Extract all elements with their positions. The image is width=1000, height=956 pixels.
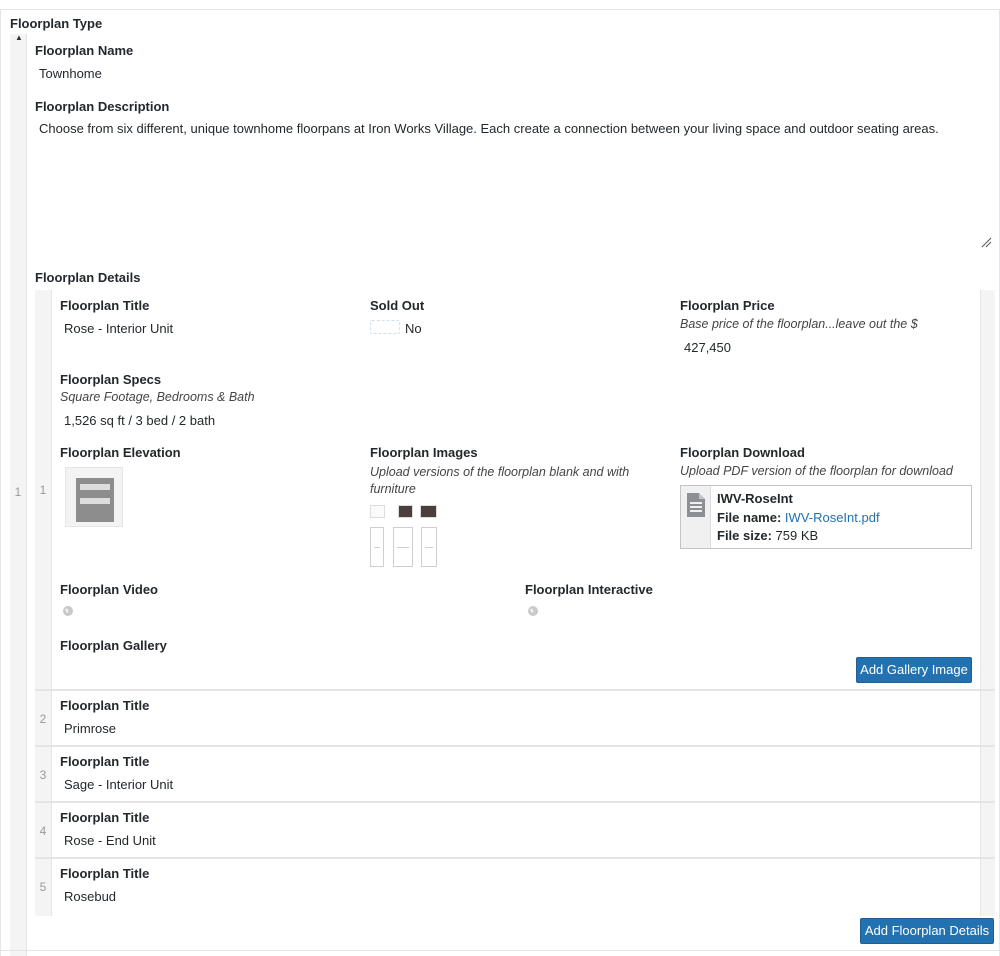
document-icon (687, 493, 705, 517)
floorplan-name-label: Floorplan Name (35, 43, 134, 58)
globe-icon[interactable] (527, 605, 539, 617)
inner-row-actions[interactable] (980, 290, 995, 916)
resize-handle-icon[interactable] (980, 236, 992, 248)
row-index-5: 5 (39, 880, 47, 894)
globe-icon[interactable] (62, 605, 74, 617)
floorplan-image-thumb[interactable] (393, 527, 413, 567)
floorplan-image-thumb[interactable] (421, 527, 437, 567)
file-size-value: 759 KB (775, 528, 819, 543)
floorplan-video-label: Floorplan Video (60, 582, 158, 597)
floorplan-title-input[interactable]: Rose - End Unit (64, 833, 156, 848)
file-name-link[interactable]: IWV-RoseInt.pdf (785, 510, 880, 525)
floorplan-price-label: Floorplan Price (680, 298, 775, 313)
download-file-title: IWV-RoseInt (717, 491, 793, 506)
row-separator (35, 745, 995, 747)
floorplan-details-label: Floorplan Details (35, 270, 141, 285)
download-file-name-line: File name: IWV-RoseInt.pdf (717, 510, 880, 525)
floorplan-download-hint: Upload PDF version of the floorplan for … (680, 464, 953, 478)
floorplan-title-label: Floorplan Title (60, 810, 150, 825)
floorplan-image-thumb[interactable] (398, 505, 413, 518)
add-floorplan-details-button[interactable]: Add Floorplan Details (860, 918, 994, 944)
floorplan-download-label: Floorplan Download (680, 445, 805, 460)
sold-out-value: No (405, 321, 422, 336)
row-separator (35, 801, 995, 803)
document-icon-wrap (681, 486, 711, 548)
bottom-border (0, 950, 1000, 951)
section-title: Floorplan Type (10, 16, 103, 31)
row-separator (35, 689, 995, 691)
row-index-1: 1 (39, 483, 47, 497)
row-index-2: 2 (39, 712, 47, 726)
left-border (0, 10, 1, 956)
floorplan-price-hint: Base price of the floorplan...leave out … (680, 317, 918, 331)
floorplan-title-label: Floorplan Title (60, 754, 150, 769)
sold-out-label: Sold Out (370, 298, 425, 313)
sold-out-toggle[interactable] (370, 320, 400, 334)
inner-row-gutter[interactable] (35, 290, 52, 916)
floorplan-title-label: Floorplan Title (60, 698, 150, 713)
floorplan-price-input[interactable]: 427,450 (684, 340, 731, 355)
file-name-label: File name: (717, 510, 782, 525)
download-file-card[interactable]: IWV-RoseInt File name: IWV-RoseInt.pdf F… (680, 485, 972, 549)
row-index-3: 3 (39, 768, 47, 782)
floorplan-specs-hint: Square Footage, Bedrooms & Bath (60, 390, 255, 404)
elevation-image[interactable] (65, 467, 123, 527)
floorplan-specs-label: Floorplan Specs (60, 372, 162, 387)
floorplan-image-thumb[interactable] (370, 527, 384, 567)
floorplan-elevation-label: Floorplan Elevation (60, 445, 181, 460)
file-size-label: File size: (717, 528, 772, 543)
row-separator (35, 857, 995, 859)
floorplan-title-label: Floorplan Title (60, 298, 150, 313)
floorplan-gallery-label: Floorplan Gallery (60, 638, 167, 653)
floorplan-title-label: Floorplan Title (60, 866, 150, 881)
floorplan-images-label: Floorplan Images (370, 445, 478, 460)
outer-row-index: 1 (14, 485, 22, 499)
floorplan-image-thumb[interactable] (370, 505, 385, 518)
floorplan-description-label: Floorplan Description (35, 99, 170, 114)
floorplan-image-thumb[interactable] (420, 505, 437, 518)
floorplan-description-textarea[interactable]: Choose from six different, unique townho… (39, 121, 979, 137)
add-gallery-image-button[interactable]: Add Gallery Image (856, 657, 972, 683)
top-border (0, 9, 1000, 10)
download-file-size-line: File size: 759 KB (717, 528, 818, 543)
floorplan-specs-input[interactable]: 1,526 sq ft / 3 bed / 2 bath (64, 413, 215, 428)
floorplan-title-input[interactable]: Rose - Interior Unit (64, 321, 173, 336)
floorplan-title-input[interactable]: Rosebud (64, 889, 116, 904)
floorplan-title-input[interactable]: Primrose (64, 721, 116, 736)
row-index-4: 4 (39, 824, 47, 838)
floorplan-images-hint: Upload versions of the floorplan blank a… (370, 465, 630, 496)
floorplan-interactive-label: Floorplan Interactive (525, 582, 653, 597)
floorplan-title-input[interactable]: Sage - Interior Unit (64, 777, 173, 792)
floorplan-name-input[interactable]: Townhome (39, 66, 102, 81)
collapse-arrow-icon[interactable]: ▲ (15, 33, 23, 42)
